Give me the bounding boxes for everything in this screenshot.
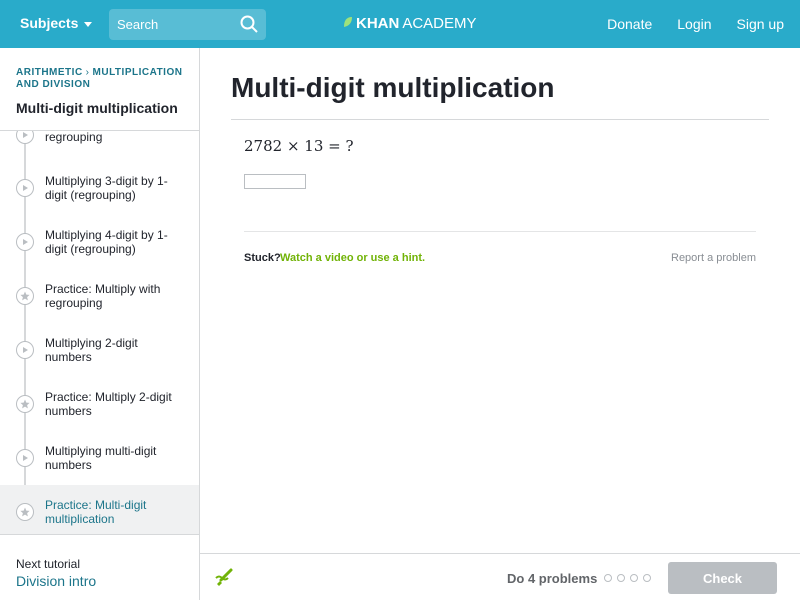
leaf-icon — [343, 15, 353, 32]
sidebar-item-2digit-numbers[interactable]: Multiplying 2-digit numbers — [0, 323, 199, 377]
divider — [0, 534, 199, 535]
breadcrumb-arithmetic[interactable]: ARITHMETIC — [16, 67, 83, 78]
check-button[interactable]: Check — [668, 562, 777, 594]
exercise-footer: Do 4 problems Check — [200, 553, 800, 600]
divider — [231, 119, 769, 120]
top-nav-bar: Subjects KHANACADEMY Donate Login Sign u… — [0, 0, 800, 48]
problem-statement: 2782 × 13 = ? — [244, 137, 354, 155]
progress-dot — [630, 574, 638, 582]
signup-link[interactable]: Sign up — [737, 16, 784, 32]
sidebar-item-label: Practice: Multiply with regrouping — [45, 282, 161, 310]
sidebar-item-3digit-by-1digit[interactable]: Multiplying 3-digit by 1-digit (regroupi… — [0, 161, 199, 215]
star-icon — [16, 287, 34, 305]
play-icon — [16, 341, 34, 359]
hint-link[interactable]: Watch a video or use a hint. — [280, 252, 425, 264]
logo-bold-text: KHAN — [356, 15, 400, 32]
sidebar-item-4digit-by-1digit[interactable]: Multiplying 4-digit by 1-digit (regroupi… — [0, 215, 199, 269]
sidebar-item-label: Practice: Multiply 2-digit numbers — [45, 390, 172, 418]
sidebar-item-regrouping[interactable]: regrouping — [0, 130, 199, 162]
progress-dot — [617, 574, 625, 582]
star-icon — [16, 503, 34, 521]
sidebar-item-label: Practice: Multi-digit multiplication — [45, 498, 147, 526]
progress-dots — [604, 574, 651, 582]
sidebar-item-label: Multiplying 3-digit by 1-digit (regroupi… — [45, 174, 168, 202]
sidebar-title: Multi-digit multiplication — [16, 100, 178, 116]
sidebar-item-label: regrouping — [45, 130, 103, 144]
account-nav: Donate Login Sign up — [607, 16, 784, 32]
progress-dot — [604, 574, 612, 582]
play-icon — [16, 449, 34, 467]
stuck-label: Stuck? — [244, 252, 281, 264]
next-tutorial-label: Next tutorial — [16, 557, 81, 571]
sidebar-item-label: Multiplying multi-digit numbers — [45, 444, 157, 472]
star-icon — [16, 395, 34, 413]
sidebar-item-multi-digit-numbers[interactable]: Multiplying multi-digit numbers — [0, 431, 199, 485]
answer-field[interactable] — [244, 174, 306, 190]
do-problems-label: Do 4 problems — [507, 571, 598, 586]
subjects-dropdown[interactable]: Subjects — [20, 15, 93, 31]
scratchpad-icon[interactable] — [214, 567, 234, 592]
donate-link[interactable]: Donate — [607, 16, 652, 32]
tutorial-sidebar: ARITHMETIC › MULTIPLICATION AND DIVISION M… — [0, 48, 200, 600]
khan-academy-logo[interactable]: KHAN ACADEMY — [343, 15, 477, 32]
sidebar-item-practice-multi-digit[interactable]: Practice: Multi-digit multiplication — [0, 485, 199, 534]
tutorial-item-list[interactable]: regrouping Multiplying 3-digit by 1-digi… — [0, 130, 199, 534]
breadcrumb: ARITHMETIC › MULTIPLICATION AND DIVISION — [16, 67, 191, 91]
report-problem-link[interactable]: Report a problem — [671, 252, 756, 264]
subjects-label: Subjects — [20, 15, 79, 31]
progress-dot — [643, 574, 651, 582]
search-box[interactable] — [109, 9, 266, 40]
logo-light-text: ACADEMY — [402, 15, 477, 32]
answer-input[interactable] — [245, 177, 305, 190]
page-title: Multi-digit multiplication — [231, 72, 555, 103]
login-link[interactable]: Login — [677, 16, 711, 32]
sidebar-item-practice-2digit[interactable]: Practice: Multiply 2-digit numbers — [0, 377, 199, 431]
divider — [244, 231, 756, 232]
chevron-down-icon — [84, 21, 93, 27]
sidebar-item-practice-regrouping[interactable]: Practice: Multiply with regrouping — [0, 269, 199, 323]
play-icon — [16, 233, 34, 251]
search-input[interactable] — [117, 17, 227, 32]
sidebar-item-label: Multiplying 4-digit by 1-digit (regroupi… — [45, 228, 168, 256]
chevron-right-icon: › — [85, 67, 90, 78]
play-icon — [16, 131, 34, 144]
sidebar-item-label: Multiplying 2-digit numbers — [45, 336, 138, 364]
next-tutorial-link[interactable]: Division intro — [16, 573, 96, 589]
search-icon[interactable] — [240, 15, 258, 38]
play-icon — [16, 179, 34, 197]
